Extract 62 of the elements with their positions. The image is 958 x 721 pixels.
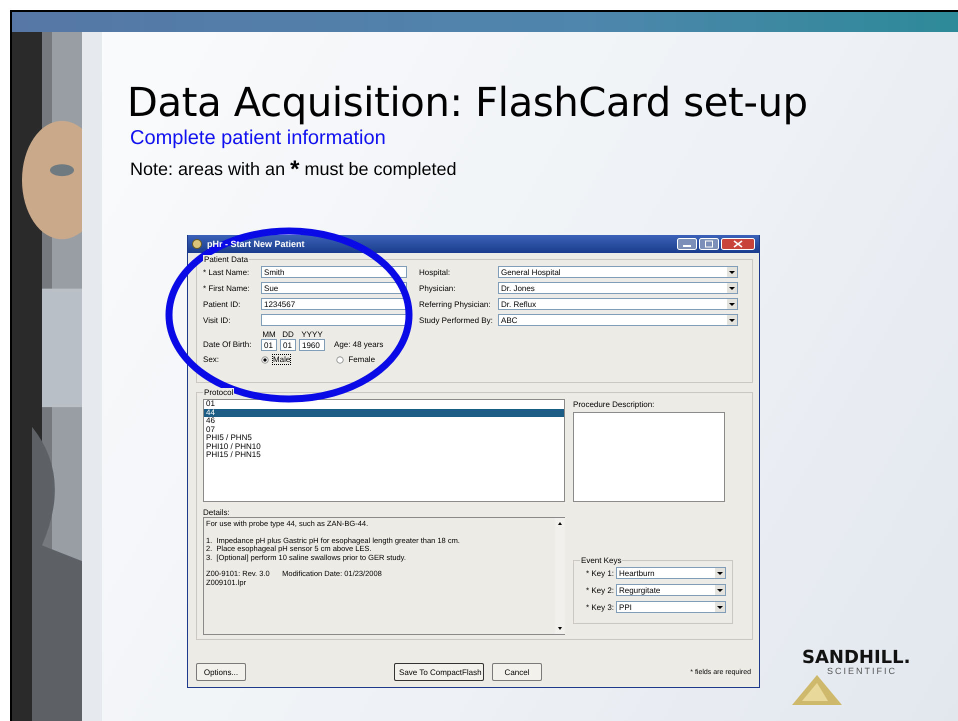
field-label: Details:	[203, 508, 231, 517]
date-caption: MM	[262, 330, 276, 339]
list-item[interactable]: PHI5 / PHN5	[204, 434, 564, 442]
radio-button[interactable]	[336, 356, 344, 364]
dropdown[interactable]: Dr. Jones	[498, 282, 738, 294]
options-button[interactable]: Options...	[196, 663, 246, 681]
field-label: Sex:	[203, 355, 220, 364]
slide-subtitle: Complete patient information	[130, 126, 387, 150]
field-label: Referring Physician:	[419, 300, 492, 308]
group-label: Patient Data	[203, 255, 250, 264]
radio-button[interactable]	[261, 356, 269, 364]
dropdown[interactable]: General Hospital	[498, 266, 738, 278]
window-title: pHr - Start New Patient	[207, 239, 306, 249]
date-field[interactable]: 01	[280, 339, 296, 351]
logo-text: SANDHILL.	[802, 647, 910, 668]
text-field[interactable]	[261, 314, 407, 326]
app-icon	[192, 239, 202, 249]
field-label: Date Of Birth:	[203, 340, 252, 351]
dropdown[interactable]: Regurgitate	[616, 584, 726, 596]
age-text: Age: 48 years	[334, 340, 384, 351]
pyramid-icon	[792, 675, 842, 705]
list-item[interactable]: PHI15 / PHN15	[204, 451, 564, 460]
field-label: Study Performed By:	[419, 316, 494, 324]
close-button[interactable]	[721, 238, 755, 250]
dropdown[interactable]: ABC	[498, 314, 738, 326]
list-item[interactable]: 46	[204, 417, 564, 426]
date-field[interactable]: 01	[261, 339, 277, 351]
cancel-button[interactable]: Cancel	[492, 663, 542, 681]
list-item[interactable]: 07	[204, 426, 564, 434]
text-field[interactable]: Sue	[261, 282, 407, 294]
logo-subtext: SCIENTIFIC	[827, 666, 898, 676]
field-label: Visit ID:	[203, 316, 232, 324]
radio-label[interactable]: Male	[273, 355, 290, 364]
list-item[interactable]: PHI10 / PHN10	[204, 442, 564, 451]
dropdown[interactable]: PPI	[616, 601, 726, 613]
list-item[interactable]: 01	[204, 400, 564, 408]
slide-title: Data Acquisition: FlashCard set-up	[127, 79, 809, 128]
date-field[interactable]: 1960	[299, 339, 325, 351]
maximize-button[interactable]	[699, 238, 719, 250]
dropdown[interactable]: Dr. Reflux	[498, 298, 738, 310]
field-label: * First Name:	[203, 284, 251, 292]
save-button[interactable]: Save To CompactFlash	[394, 663, 484, 681]
field-label: Patient ID:	[203, 300, 242, 308]
field-label: Hospital:	[419, 268, 452, 276]
group-label: Protocol	[203, 388, 234, 397]
list-item[interactable]: 44	[204, 408, 564, 417]
field-label: Procedure Description:	[573, 400, 656, 409]
description-box[interactable]	[573, 412, 725, 502]
text-field[interactable]: Smith	[261, 266, 407, 278]
minimize-button[interactable]	[677, 238, 697, 250]
text-field[interactable]: 1234567	[261, 298, 407, 310]
field-label: * Key 3:	[586, 602, 616, 612]
field-label: * Key 1:	[586, 568, 616, 578]
field-label: * Key 2:	[586, 586, 616, 594]
radio-label[interactable]: Female	[348, 355, 376, 364]
dropdown[interactable]: Heartburn	[616, 567, 726, 579]
group-label: Event Keys	[580, 556, 622, 565]
field-label: * Last Name:	[203, 268, 250, 276]
date-caption: DD	[282, 330, 294, 339]
field-label: Physician:	[419, 284, 456, 292]
date-caption: YYYY	[301, 330, 323, 339]
scrollbar[interactable]	[555, 518, 565, 634]
